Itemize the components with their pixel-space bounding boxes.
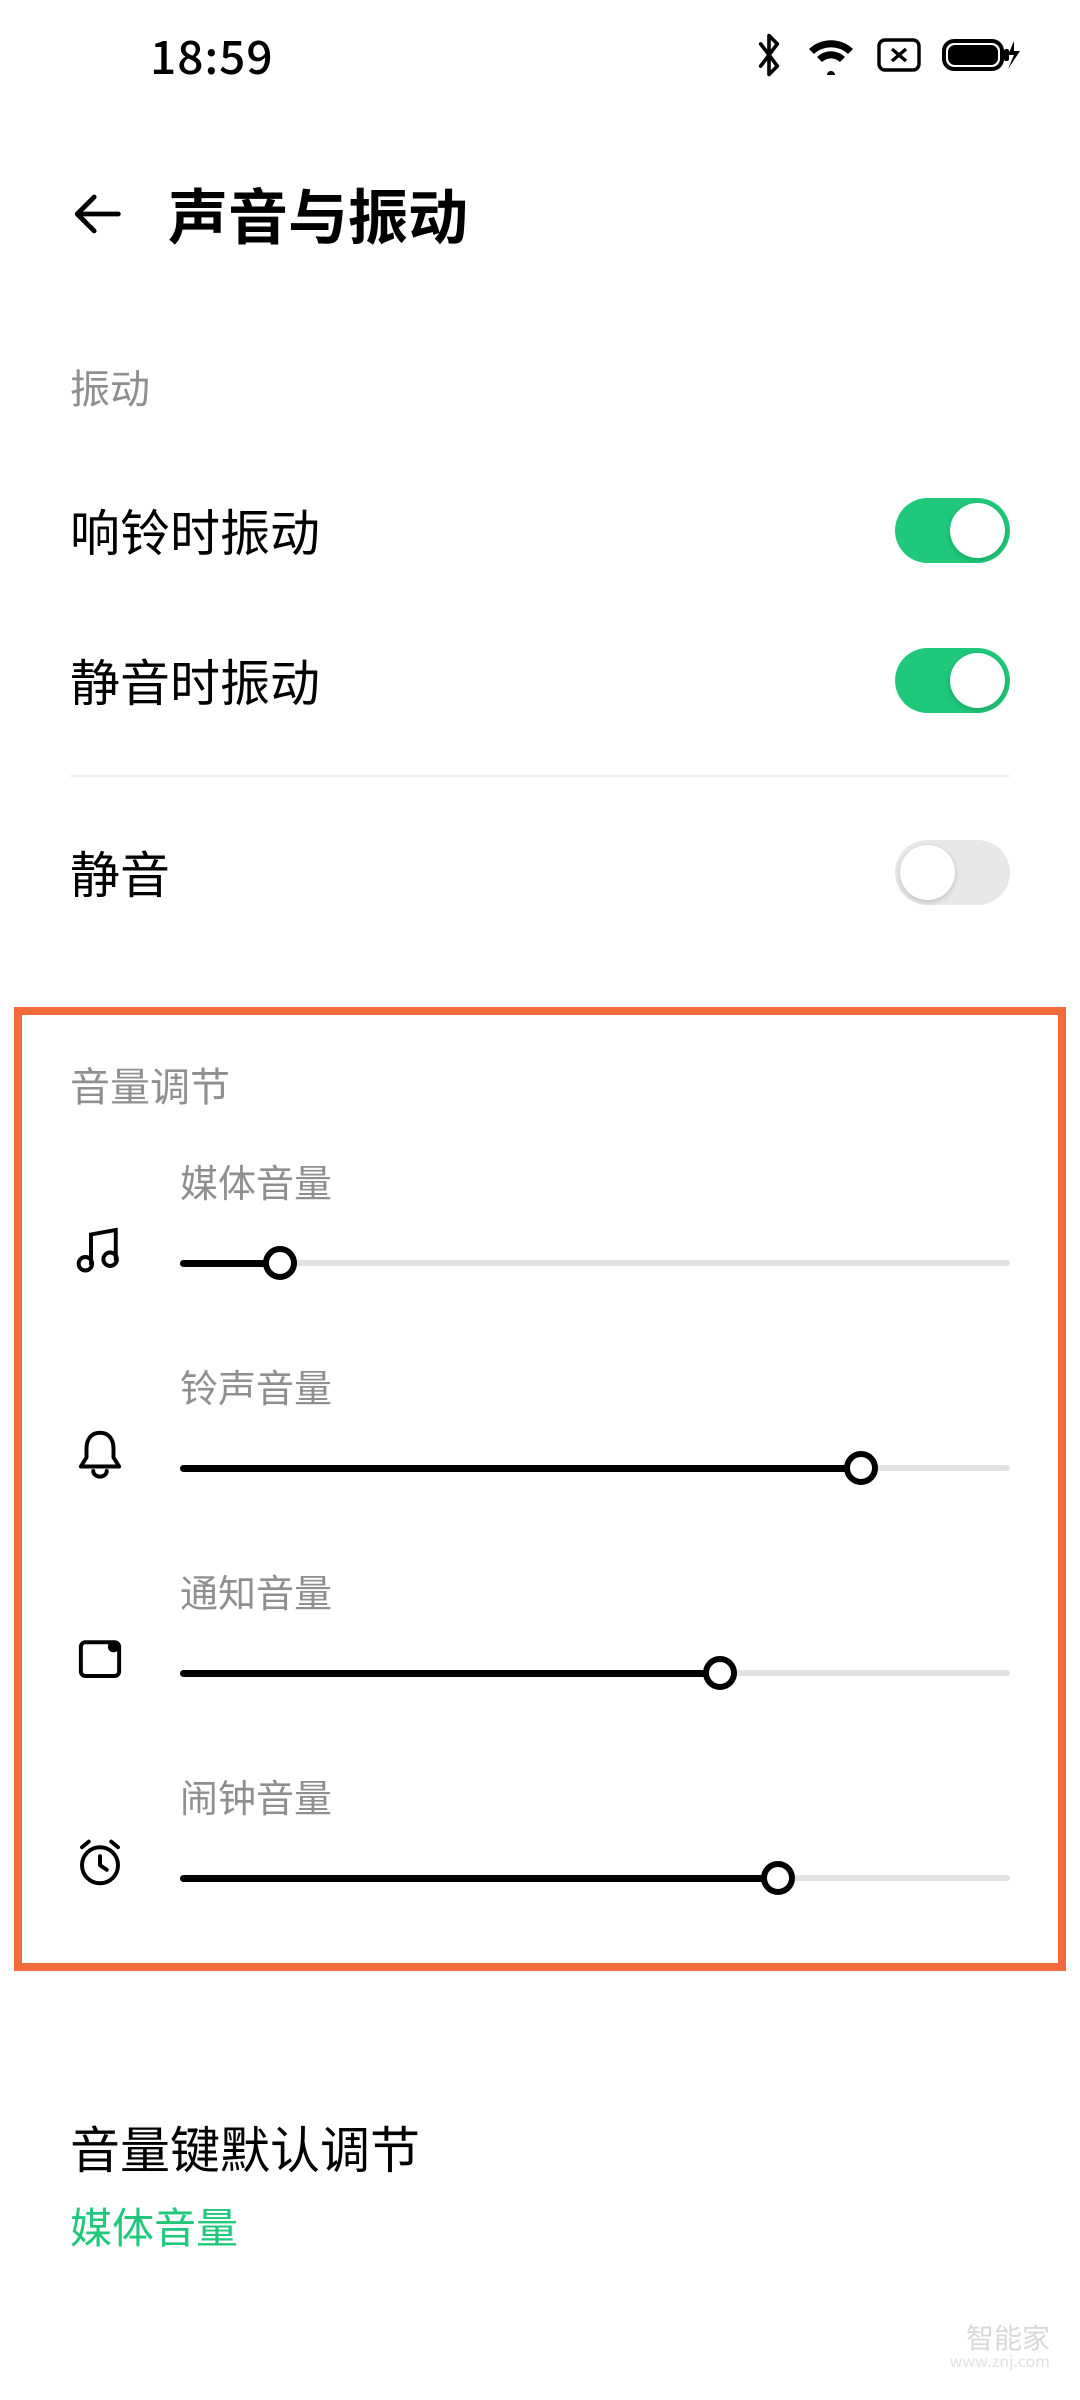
- section-vibration-label: 振动: [70, 357, 1010, 415]
- slider-label: 媒体音量: [180, 1153, 1010, 1208]
- slider-track-ringtone[interactable]: [180, 1453, 1010, 1483]
- slider-alarm-volume: 闹钟音量: [70, 1768, 1010, 1893]
- back-arrow-icon: [70, 185, 128, 243]
- slider-label: 闹钟音量: [180, 1768, 1010, 1823]
- row-vibrate-on-ring[interactable]: 响铃时振动: [70, 455, 1010, 605]
- bell-icon: [70, 1423, 130, 1483]
- row-silent-mode[interactable]: 静音: [70, 797, 1010, 947]
- slider-track-notification[interactable]: [180, 1658, 1010, 1688]
- battery-icon: [942, 35, 1020, 75]
- clock-icon: [70, 1833, 130, 1893]
- row-label: 音量键默认调节: [70, 2111, 1010, 2183]
- toggle-vibrate-on-ring[interactable]: [895, 498, 1010, 563]
- section-volume-label: 音量调节: [70, 1055, 1010, 1113]
- slider-media-volume: 媒体音量: [70, 1153, 1010, 1278]
- no-sim-icon: [876, 35, 922, 75]
- music-note-icon: [70, 1218, 130, 1278]
- slider-label: 铃声音量: [180, 1358, 1010, 1413]
- divider: [70, 775, 1010, 777]
- volume-section-highlight: 音量调节 媒体音量: [14, 1007, 1066, 1971]
- row-value: 媒体音量: [70, 2195, 1010, 2256]
- slider-thumb[interactable]: [263, 1246, 297, 1280]
- page-title: 声音与振动: [168, 170, 468, 257]
- toggle-knob: [900, 845, 955, 900]
- slider-track-alarm[interactable]: [180, 1863, 1010, 1893]
- slider-thumb[interactable]: [844, 1451, 878, 1485]
- wifi-icon: [806, 35, 856, 75]
- toggle-knob: [950, 503, 1005, 558]
- row-label: 静音时振动: [70, 644, 320, 716]
- status-icons: [752, 30, 1020, 80]
- status-bar: 18:59: [0, 0, 1080, 110]
- slider-thumb[interactable]: [761, 1861, 795, 1895]
- slider-track-media[interactable]: [180, 1248, 1010, 1278]
- row-volume-key-default[interactable]: 音量键默认调节 媒体音量: [70, 2111, 1010, 2256]
- header: 声音与振动: [0, 110, 1080, 297]
- slider-ringtone-volume: 铃声音量: [70, 1358, 1010, 1483]
- toggle-vibrate-on-silent[interactable]: [895, 648, 1010, 713]
- watermark: 智能家 www.znj.com: [949, 2322, 1050, 2370]
- row-vibrate-on-silent[interactable]: 静音时振动: [70, 605, 1010, 755]
- toggle-knob: [950, 653, 1005, 708]
- slider-label: 通知音量: [180, 1563, 1010, 1618]
- row-label: 响铃时振动: [70, 494, 320, 566]
- back-button[interactable]: [70, 185, 128, 243]
- bluetooth-icon: [752, 30, 786, 80]
- toggle-silent[interactable]: [895, 840, 1010, 905]
- slider-notification-volume: 通知音量: [70, 1563, 1010, 1688]
- slider-thumb[interactable]: [703, 1656, 737, 1690]
- row-label: 静音: [70, 836, 170, 908]
- notification-icon: [70, 1628, 130, 1688]
- status-time: 18:59: [150, 22, 274, 88]
